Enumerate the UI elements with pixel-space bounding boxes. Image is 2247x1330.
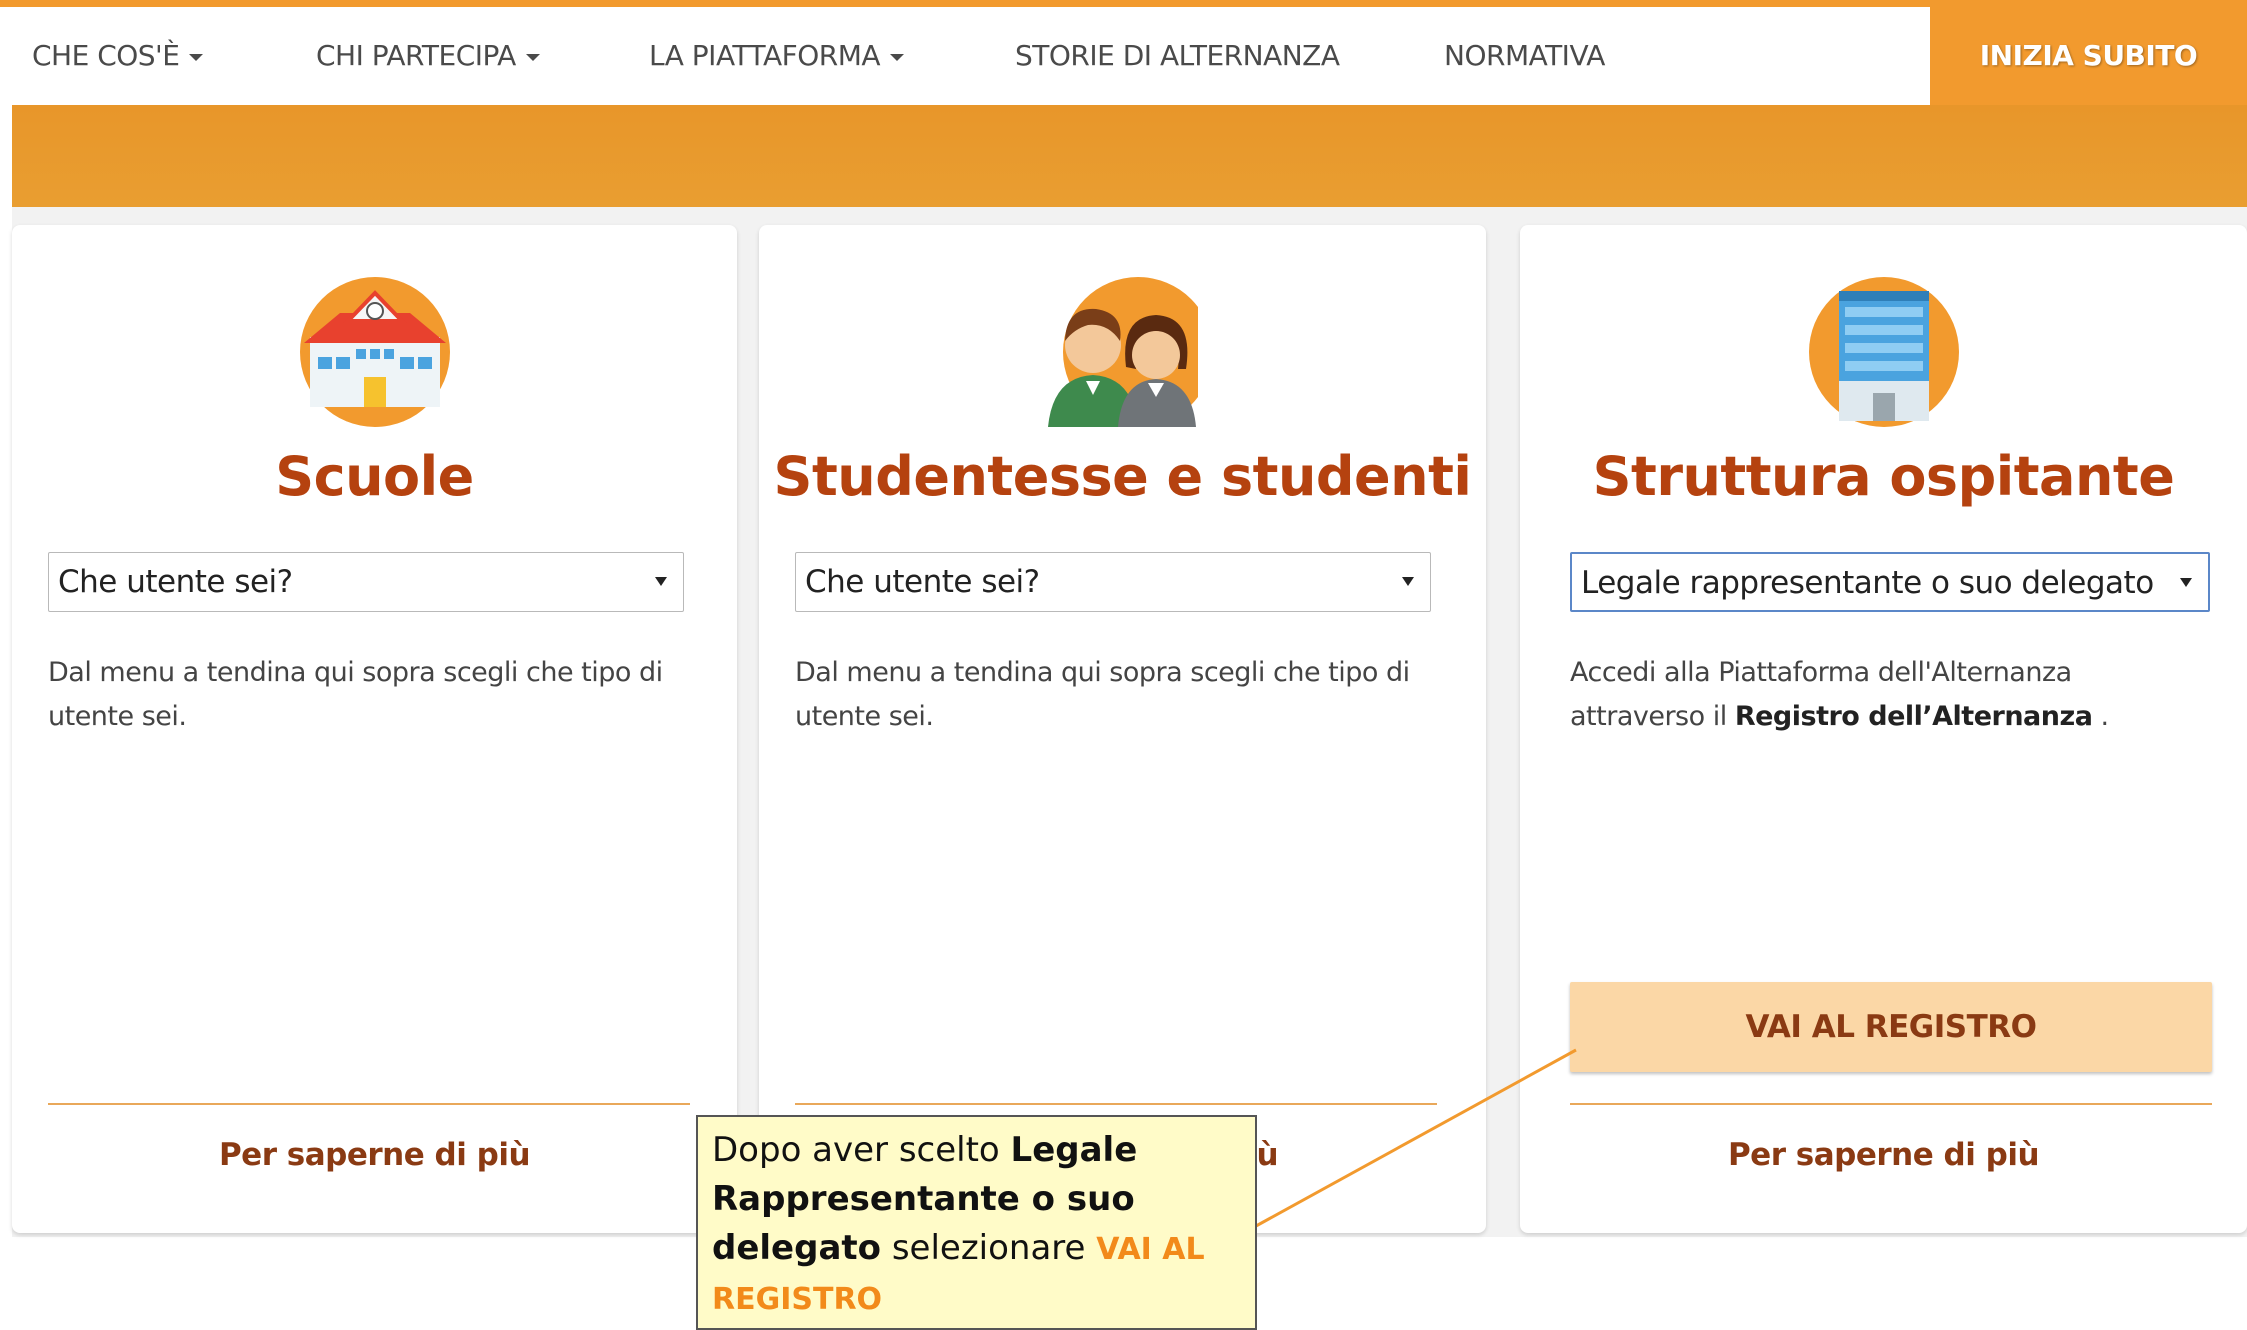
caret-down-icon (525, 53, 540, 61)
orange-banner (12, 105, 2247, 207)
user-type-select[interactable]: Legale rappresentante o suo delegato (1570, 552, 2210, 612)
button-label: VAI AL REGISTRO (1745, 1009, 2037, 1045)
per-saperne-di-piu-link[interactable]: Per saperne di più (12, 1137, 737, 1173)
card-studenti: Studentesse e studenti Che utente sei? D… (759, 225, 1486, 1233)
callout-text: Dopo aver scelto (712, 1130, 1011, 1170)
registro-link-text: Registro dell’Alternanza (1734, 701, 2093, 732)
nav-item-label: STORIE DI ALTERNANZA (1015, 39, 1340, 72)
nav-item-storie-di-alternanza[interactable]: STORIE DI ALTERNANZA (1015, 7, 1340, 105)
cta-label: INIZIA SUBITO (1979, 39, 2198, 72)
divider (795, 1103, 1437, 1105)
nav-item-label: CHI PARTECIPA (316, 39, 516, 72)
inizia-subito-button[interactable]: INIZIA SUBITO (1930, 7, 2247, 105)
top-accent-stripe (0, 0, 2247, 7)
user-type-select[interactable]: Che utente sei? (795, 552, 1431, 612)
nav-item-label: NORMATIVA (1444, 39, 1605, 72)
nav-item-normativa[interactable]: NORMATIVA (1444, 7, 1605, 105)
card-struttura-ospitante: Struttura ospitante Legale rappresentant… (1520, 225, 2247, 1233)
card-description: Dal menu a tendina qui sopra scegli che … (48, 657, 663, 732)
office-building-icon (1808, 277, 1959, 427)
caret-down-icon (189, 53, 204, 61)
instruction-callout: Dopo aver scelto Legale Rappresentante o… (696, 1115, 1257, 1330)
callout-text-2: selezionare (881, 1228, 1097, 1268)
students-icon (1047, 277, 1198, 427)
divider (1570, 1103, 2212, 1105)
vai-al-registro-button[interactable]: VAI AL REGISTRO (1570, 982, 2212, 1072)
dropdown-arrow-icon (655, 577, 667, 586)
nav-item-label: CHE COS'È (32, 39, 180, 72)
user-type-select[interactable]: Che utente sei? (48, 552, 684, 612)
nav-item-label: LA PIATTAFORMA (649, 39, 881, 72)
select-value: Che utente sei? (805, 564, 1040, 600)
school-building-icon (299, 277, 450, 427)
card-description: Dal menu a tendina qui sopra scegli che … (795, 657, 1410, 732)
caret-down-icon (890, 53, 905, 61)
per-saperne-di-piu-link[interactable]: Per saperne di più (1520, 1137, 2247, 1173)
card-title: Struttura ospitante (1592, 445, 2175, 508)
dropdown-arrow-icon (1402, 577, 1414, 586)
card-description: Accedi alla Piattaforma dell'Alternanza … (1570, 651, 2130, 739)
nav-item-la-piattaforma[interactable]: LA PIATTAFORMA (649, 7, 905, 105)
dropdown-arrow-icon (2180, 578, 2192, 587)
description-end: . (2092, 701, 2110, 732)
main-navbar: CHE COS'È CHI PARTECIPA LA PIATTAFORMA S… (12, 7, 2247, 105)
card-scuole: Scuole Che utente sei? Dal menu a tendin… (12, 225, 737, 1233)
nav-item-che-cose[interactable]: CHE COS'È (32, 7, 204, 105)
card-title: Studentesse e studenti (773, 445, 1472, 508)
card-title: Scuole (275, 445, 474, 508)
select-value: Che utente sei? (58, 564, 293, 600)
select-value: Legale rappresentante o suo delegato (1581, 565, 2154, 601)
nav-item-chi-partecipa[interactable]: CHI PARTECIPA (316, 7, 540, 105)
divider (48, 1103, 690, 1105)
